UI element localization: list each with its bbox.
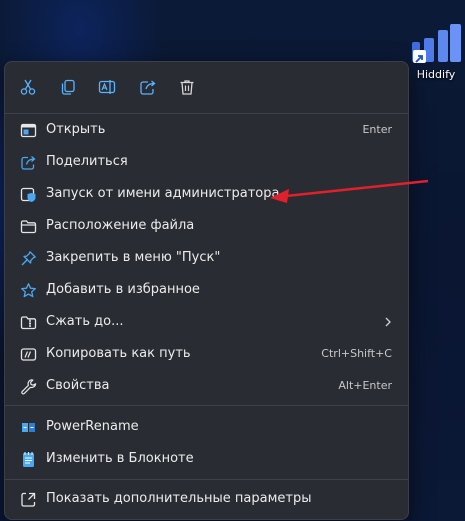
zip-folder-icon xyxy=(20,315,36,329)
wrench-icon xyxy=(20,378,36,394)
menu-item-edit-in-notepad[interactable]: Изменить в Блокноте xyxy=(9,444,406,474)
menu-item-properties[interactable]: Свойства Alt+Enter xyxy=(9,371,406,401)
folder-icon xyxy=(20,219,36,233)
shortcut-arrow-icon xyxy=(413,50,426,63)
menu-item-shortcut: Ctrl+Shift+C xyxy=(321,347,392,360)
more-options-icon xyxy=(20,492,35,507)
menu-item-pin-to-start[interactable]: Закрепить в меню "Пуск" xyxy=(9,243,406,273)
pin-icon xyxy=(21,250,36,265)
menu-item-label: Добавить в избранное xyxy=(46,282,200,297)
menu-item-label: PowerRename xyxy=(46,419,139,434)
copy-path-icon xyxy=(20,347,36,361)
menu-item-powerrename[interactable]: PowerRename xyxy=(9,412,406,442)
menu-item-label: Сжать до... xyxy=(46,314,124,329)
menu-item-label: Открыть xyxy=(46,122,106,137)
menu-item-label: Копировать как путь xyxy=(46,346,191,361)
menu-item-copy-as-path[interactable]: Копировать как путь Ctrl+Shift+C xyxy=(9,339,406,369)
menu-item-show-more-options[interactable]: Показать дополнительные параметры xyxy=(9,484,406,514)
separator xyxy=(5,113,408,114)
delete-icon xyxy=(180,80,194,95)
separator xyxy=(5,405,408,406)
copy-icon xyxy=(61,79,75,95)
menu-item-label: Показать дополнительные параметры xyxy=(46,491,312,506)
notepad-icon xyxy=(22,451,34,467)
menu-item-open[interactable]: Открыть Enter xyxy=(9,115,406,145)
menu-item-shortcut: Alt+Enter xyxy=(338,379,392,392)
open-icon xyxy=(20,123,36,137)
copy-button[interactable] xyxy=(53,73,83,101)
share-button[interactable] xyxy=(133,73,163,101)
menu-item-add-to-favorites[interactable]: Добавить в избранное xyxy=(9,275,406,305)
share-icon xyxy=(140,80,156,95)
delete-button[interactable] xyxy=(172,73,202,101)
chevron-right-icon xyxy=(385,317,391,327)
menu-item-label: Запуск от имени администратора xyxy=(46,186,280,201)
menu-item-file-location[interactable]: Расположение файла xyxy=(9,211,406,241)
desktop-shortcut-hiddify[interactable]: Hiddify xyxy=(410,24,462,84)
rename-button[interactable] xyxy=(92,73,122,101)
shortcut-label: Hiddify xyxy=(416,68,456,81)
menu-item-label: Закрепить в меню "Пуск" xyxy=(46,250,221,265)
cut-icon xyxy=(20,79,36,95)
shield-icon xyxy=(20,187,35,202)
menu-item-shortcut: Enter xyxy=(362,123,392,136)
menu-item-label: Расположение файла xyxy=(46,218,195,233)
context-menu-toolbar xyxy=(5,62,408,112)
context-menu: Открыть Enter Поделиться Запуск от имени… xyxy=(4,61,409,520)
star-icon xyxy=(20,282,36,297)
menu-item-label: Изменить в Блокноте xyxy=(46,451,194,466)
powerrename-icon xyxy=(21,422,35,432)
cut-button[interactable] xyxy=(13,73,43,101)
menu-item-label: Свойства xyxy=(46,378,110,393)
separator xyxy=(5,479,408,480)
menu-item-share[interactable]: Поделиться xyxy=(9,147,406,177)
menu-item-compress-to[interactable]: Сжать до... xyxy=(9,307,406,337)
share-icon xyxy=(20,155,36,170)
menu-item-label: Поделиться xyxy=(46,154,128,169)
menu-item-run-as-admin[interactable]: Запуск от имени администратора xyxy=(9,179,406,209)
rename-icon xyxy=(98,80,116,94)
